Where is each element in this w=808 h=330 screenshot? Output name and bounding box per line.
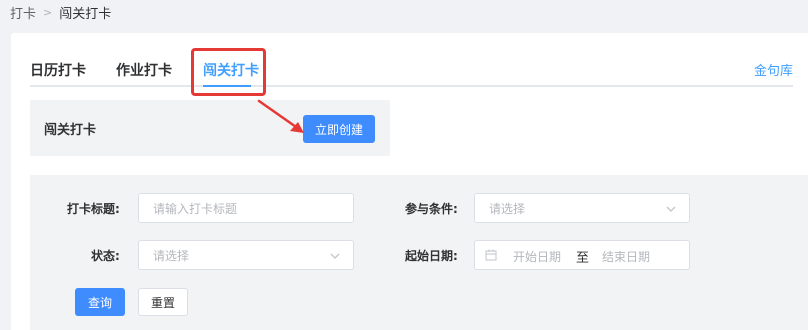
status-select-placeholder: 请选择 [153,248,190,263]
reset-button[interactable]: 重置 [138,288,188,316]
title-search-input[interactable]: 请输入打卡标题 [138,193,354,223]
start-date-input[interactable]: 开始日期 [513,248,561,265]
status-filter-label: 状态: [91,249,120,263]
highlight-annotation-box [191,48,266,96]
chevron-right-icon: > [43,5,53,19]
date-filter-label: 起始日期: [405,249,458,263]
tab-calendar-checkin[interactable]: 日历打卡 [30,60,86,80]
condition-select-placeholder: 请选择 [489,201,526,216]
title-filter-label: 打卡标题: [67,202,120,216]
tab-homework-checkin[interactable]: 作业打卡 [116,60,172,80]
tabs-divider [30,85,793,87]
create-section-title: 闯关打卡 [44,123,97,138]
status-select[interactable]: 请选择 [138,240,354,270]
annotation-arrow-icon [257,99,304,133]
breadcrumb: 打卡 > 闯关打卡 [10,2,111,22]
condition-select[interactable]: 请选择 [474,193,690,223]
quote-library-link[interactable]: 金句库 [754,60,793,79]
chevron-down-icon [330,253,340,259]
date-range-picker[interactable]: 开始日期 至 结束日期 [474,240,690,270]
breadcrumb-root[interactable]: 打卡 [10,3,36,22]
calendar-icon [485,249,497,261]
condition-filter-label: 参与条件: [405,202,458,216]
title-input-placeholder: 请输入打卡标题 [153,201,238,216]
end-date-input[interactable]: 结束日期 [602,248,650,265]
chevron-down-icon [666,206,676,212]
query-button[interactable]: 查询 [75,288,125,316]
breadcrumb-current: 闯关打卡 [59,6,112,22]
date-range-separator: 至 [576,251,590,266]
